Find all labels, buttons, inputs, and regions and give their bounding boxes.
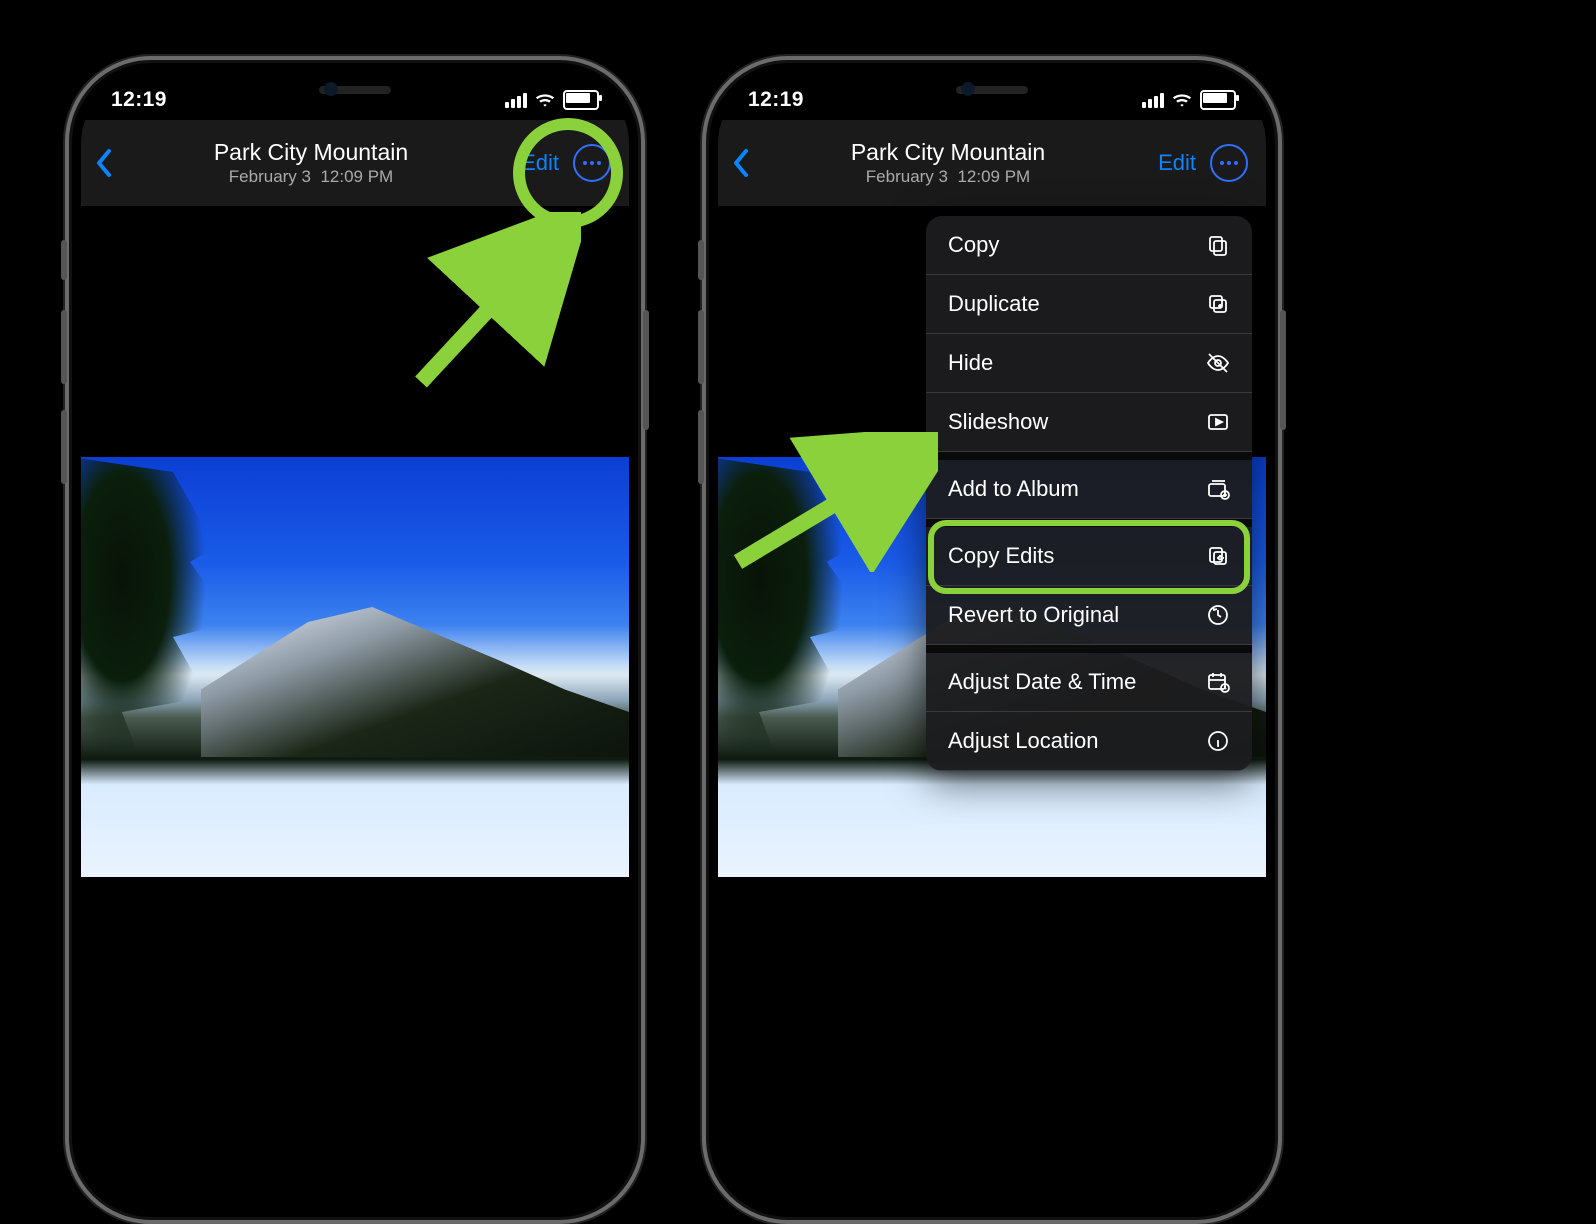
- screen-left: 12:19 Park City Mountain February 3 12:0…: [81, 72, 629, 1208]
- edit-button[interactable]: Edit: [1158, 150, 1196, 176]
- revert-icon: [1206, 603, 1230, 627]
- iphone-frame-right: 12:19 Park City Mountain February 3 12:0…: [702, 56, 1282, 1224]
- back-button[interactable]: [718, 148, 764, 178]
- photo-subtitle: February 3 12:09 PM: [764, 167, 1132, 187]
- menu-revert-original[interactable]: Revert to Original: [926, 586, 1252, 645]
- iphone-frame-left: 12:19 Park City Mountain February 3 12:0…: [65, 56, 645, 1224]
- photo-navbar: Park City Mountain February 3 12:09 PM E…: [81, 120, 629, 206]
- menu-copy-edits[interactable]: Copy Edits: [926, 519, 1252, 586]
- menu-label: Duplicate: [948, 291, 1040, 317]
- wifi-icon: [1172, 92, 1192, 108]
- info-icon: [1206, 729, 1230, 753]
- calendar-clock-icon: [1206, 670, 1230, 694]
- battery-icon: [1200, 90, 1236, 110]
- menu-label: Revert to Original: [948, 602, 1119, 628]
- annotation-arrow-left: [401, 212, 581, 392]
- photo-navbar: Park City Mountain February 3 12:09 PM E…: [718, 120, 1266, 206]
- actions-menu: Copy Duplicate Hide Slideshow Add to Alb…: [926, 216, 1252, 771]
- edit-button[interactable]: Edit: [521, 150, 559, 176]
- ellipsis-icon: [583, 161, 601, 165]
- menu-adjust-date-time[interactable]: Adjust Date & Time: [926, 645, 1252, 712]
- more-button[interactable]: [1210, 144, 1248, 182]
- status-time: 12:19: [111, 88, 167, 112]
- wifi-icon: [535, 92, 555, 108]
- cellular-icon: [1142, 93, 1164, 108]
- photo-title: Park City Mountain: [764, 139, 1132, 165]
- chevron-left-icon: [95, 148, 113, 178]
- menu-add-to-album[interactable]: Add to Album: [926, 452, 1252, 519]
- photo-viewer[interactable]: [81, 457, 629, 877]
- menu-copy[interactable]: Copy: [926, 216, 1252, 275]
- menu-label: Adjust Location: [948, 728, 1098, 754]
- menu-hide[interactable]: Hide: [926, 334, 1252, 393]
- status-time: 12:19: [748, 88, 804, 112]
- duplicate-icon: [1206, 292, 1230, 316]
- eye-slash-icon: [1206, 351, 1230, 375]
- menu-label: Hide: [948, 350, 993, 376]
- menu-slideshow[interactable]: Slideshow: [926, 393, 1252, 452]
- photo-subtitle: February 3 12:09 PM: [127, 167, 495, 187]
- menu-label: Add to Album: [948, 476, 1079, 502]
- back-button[interactable]: [81, 148, 127, 178]
- menu-duplicate[interactable]: Duplicate: [926, 275, 1252, 334]
- copy-icon: [1206, 233, 1230, 257]
- ellipsis-icon: [1220, 161, 1238, 165]
- play-rect-icon: [1206, 410, 1230, 434]
- cellular-icon: [505, 93, 527, 108]
- album-add-icon: [1206, 477, 1230, 501]
- menu-label: Copy Edits: [948, 543, 1054, 569]
- copy-edits-icon: [1206, 544, 1230, 568]
- photo-title: Park City Mountain: [127, 139, 495, 165]
- screen-right: 12:19 Park City Mountain February 3 12:0…: [718, 72, 1266, 1208]
- notch: [252, 72, 458, 110]
- menu-label: Slideshow: [948, 409, 1048, 435]
- battery-icon: [563, 90, 599, 110]
- more-button[interactable]: [573, 144, 611, 182]
- menu-adjust-location[interactable]: Adjust Location: [926, 712, 1252, 771]
- chevron-left-icon: [732, 148, 750, 178]
- menu-label: Copy: [948, 232, 999, 258]
- menu-label: Adjust Date & Time: [948, 669, 1136, 695]
- notch: [889, 72, 1095, 110]
